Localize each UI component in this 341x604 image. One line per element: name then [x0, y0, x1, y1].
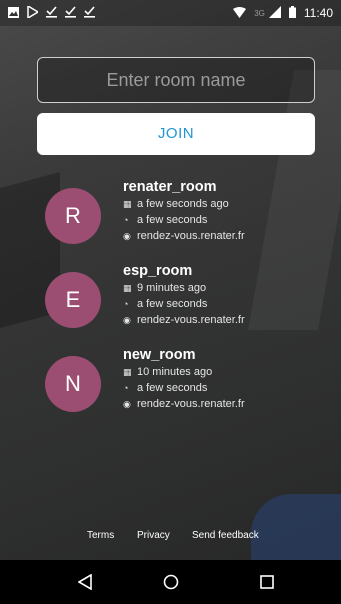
room-duration: a few seconds [137, 214, 208, 226]
download-done-icon [84, 6, 95, 20]
signal-icon [268, 6, 281, 20]
timer-icon: ◔ [123, 383, 129, 393]
play-store-icon [27, 4, 40, 20]
room-duration: a few seconds [137, 382, 208, 394]
room-duration: a few seconds [137, 298, 208, 310]
calendar-icon: ▦ [123, 367, 132, 377]
navigation-bar [0, 560, 341, 604]
room-created: 9 minutes ago [137, 282, 207, 294]
room-list-item[interactable]: N new_room ▦ 10 minutes ago ◔ a few second… [0, 346, 341, 426]
home-button[interactable] [141, 560, 201, 604]
battery-icon [288, 6, 296, 20]
back-icon [78, 574, 92, 590]
room-name: renater_room [123, 179, 217, 195]
room-name: esp_room [123, 263, 193, 279]
room-avatar: R [45, 188, 101, 244]
home-icon [163, 574, 179, 590]
calendar-icon: ▦ [123, 283, 132, 293]
wifi-icon [233, 6, 247, 20]
room-server: rendez-vous.renater.fr [137, 398, 245, 410]
status-bar: 3G 11:40 [0, 0, 341, 26]
globe-icon: ◉ [123, 315, 131, 325]
room-created: a few seconds ago [137, 198, 229, 210]
timer-icon: ◔ [123, 215, 129, 225]
status-time: 11:40 [303, 6, 333, 20]
privacy-link[interactable]: Privacy [137, 530, 170, 541]
download-done-icon [65, 6, 76, 20]
room-name-input[interactable] [37, 57, 315, 103]
globe-icon: ◉ [123, 399, 131, 409]
terms-link[interactable]: Terms [87, 530, 114, 541]
timer-icon: ◔ [123, 299, 129, 309]
room-server: rendez-vous.renater.fr [137, 230, 245, 242]
room-name: new_room [123, 347, 196, 363]
recents-button[interactable] [237, 560, 297, 604]
room-avatar: N [45, 356, 101, 412]
calendar-icon: ▦ [123, 199, 132, 209]
back-button[interactable] [55, 560, 115, 604]
join-button[interactable]: JOIN [37, 113, 315, 155]
send-feedback-link[interactable]: Send feedback [192, 530, 259, 541]
footer-links: Terms Privacy Send feedback [0, 530, 341, 546]
room-list-item[interactable]: R renater_room ▦ a few seconds ago ◔ a few… [0, 178, 341, 258]
room-created: 10 minutes ago [137, 366, 213, 378]
download-done-icon [46, 6, 57, 20]
room-list-item[interactable]: E esp_room ▦ 9 minutes ago ◔ a few seconds… [0, 262, 341, 342]
room-avatar: E [45, 272, 101, 328]
globe-icon: ◉ [123, 231, 131, 241]
image-icon [8, 6, 19, 20]
room-server: rendez-vous.renater.fr [137, 314, 245, 326]
network-type-label: 3G [254, 8, 265, 18]
recents-icon [260, 575, 274, 589]
